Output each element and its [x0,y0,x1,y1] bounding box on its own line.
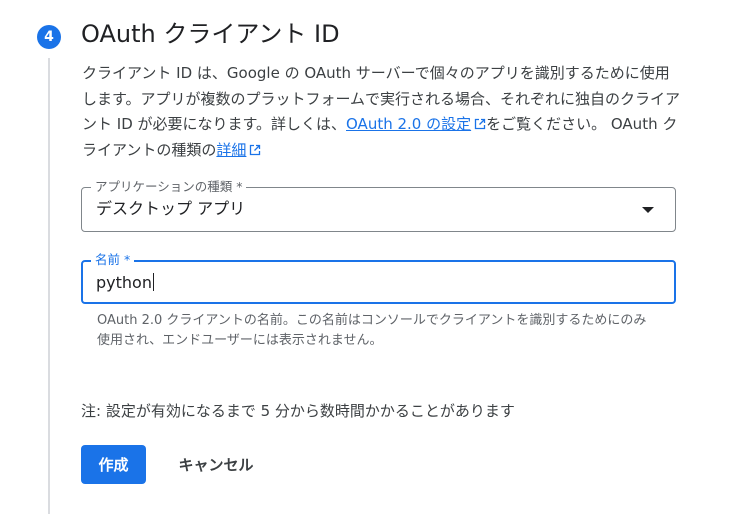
step-connector-line [48,58,50,514]
name-input-value[interactable]: python [96,272,154,294]
arrow-drop-down-icon[interactable] [642,207,654,213]
oauth-settings-link-label: OAuth 2.0 の設定 [346,115,472,133]
text-cursor [152,273,154,291]
name-helper-text: OAuth 2.0 クライアントの名前。この名前はコンソールでクライアントを識別… [97,313,647,348]
application-type-label: アプリケーションの種類 * [91,179,247,195]
oauth-settings-link[interactable]: OAuth 2.0 の設定 [346,115,486,133]
step-number-badge: 4 [37,25,61,49]
application-type-select[interactable]: アプリケーションの種類 * デスクトップ アプリ [81,179,676,232]
section-title: OAuth クライアント ID [81,20,340,48]
name-input[interactable]: 名前 * python [81,252,676,304]
open-in-new-icon [474,118,486,130]
cancel-button[interactable]: キャンセル [160,445,272,484]
propagation-note: 注: 設定が有効になるまで 5 分から数時間かかることがあります [81,402,515,420]
name-label: 名前 * [91,252,135,268]
description-text: クライアント ID は、Google の OAuth サーバーで個々のアプリを識… [82,61,682,163]
create-button[interactable]: 作成 [81,445,146,484]
open-in-new-icon [250,144,261,155]
client-types-details-link-label: 詳細 [216,140,247,159]
application-type-value: デスクトップ アプリ [96,199,246,218]
client-types-details-link[interactable]: 詳細 [216,141,261,159]
name-input-text: python [96,273,152,292]
